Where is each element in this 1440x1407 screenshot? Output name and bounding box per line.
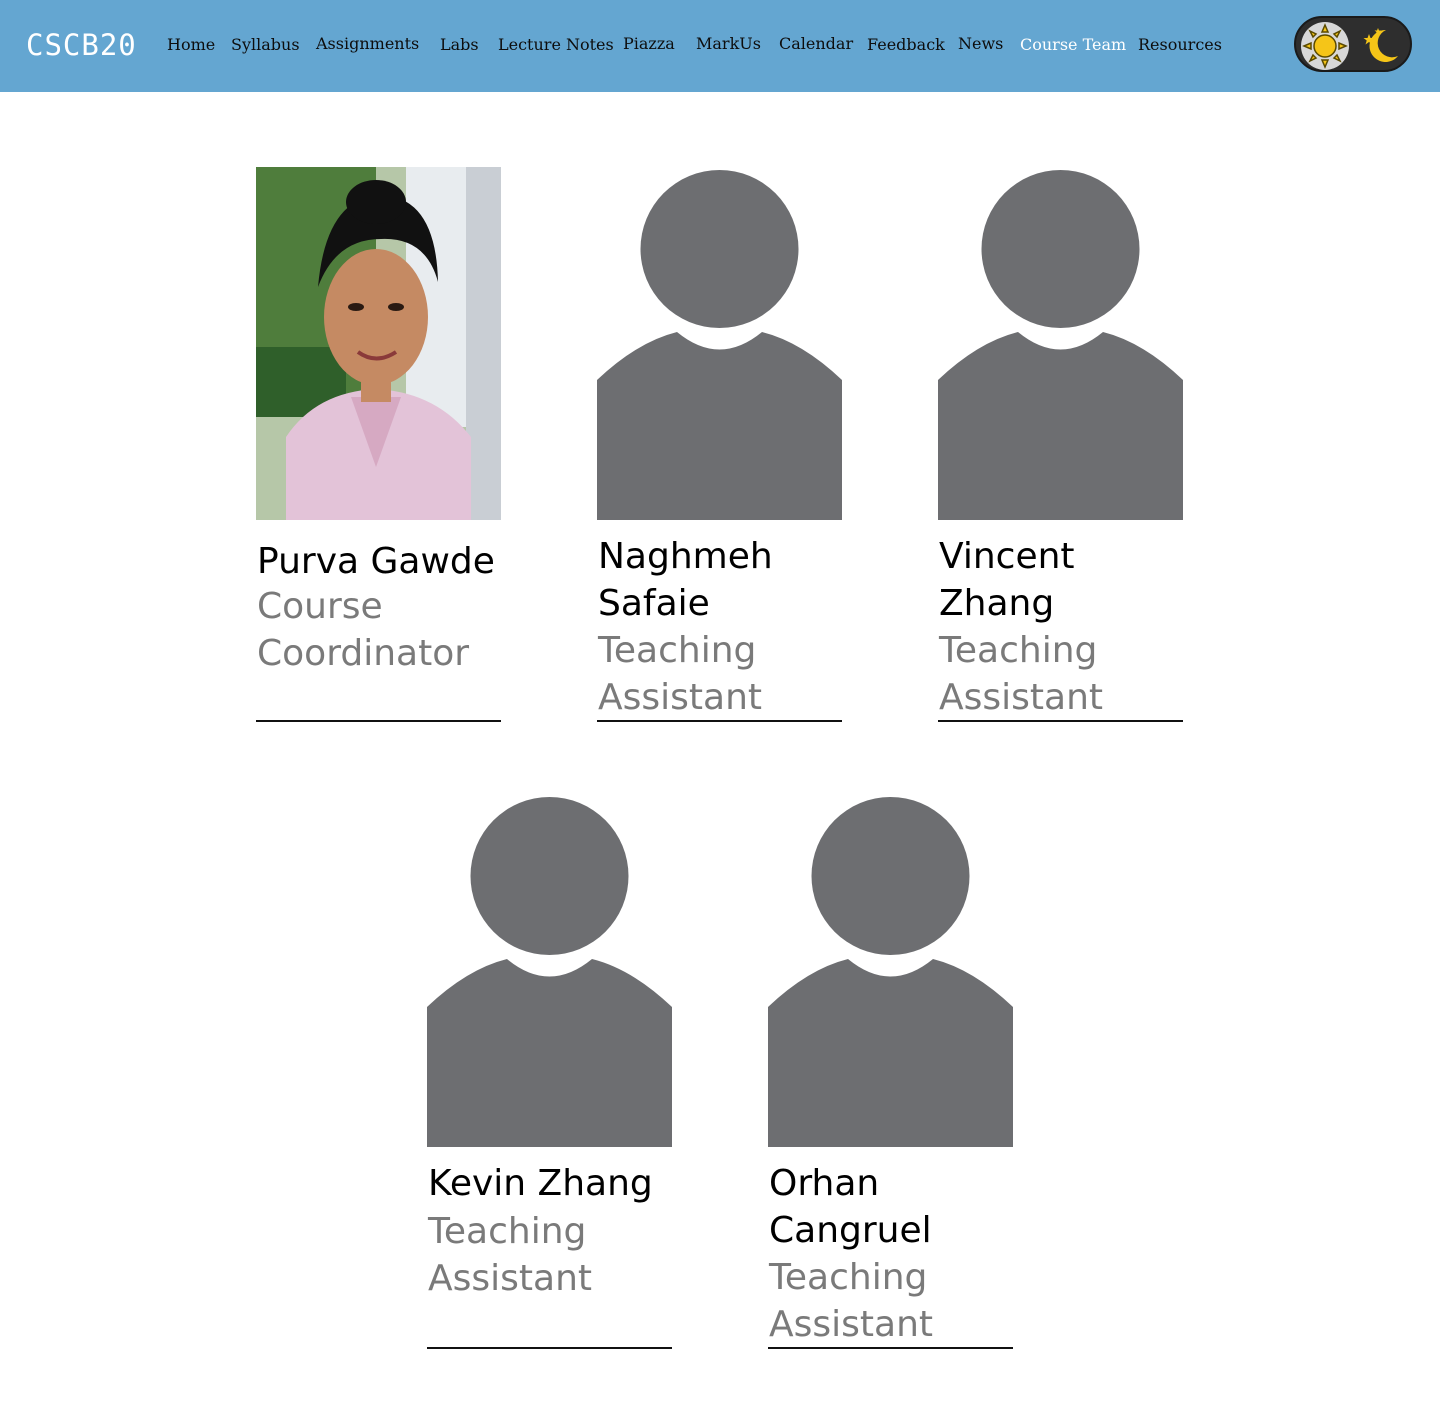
member-role: Teaching Assistant [769,1257,934,1345]
site-logo[interactable]: CSCB20 [26,27,137,63]
default-avatar-icon [768,794,1013,1147]
nav-lecture-notes[interactable]: Lecture Notes [498,34,614,56]
nav-calendar[interactable]: Calendar [779,33,853,55]
nav-home[interactable]: Home [167,34,215,56]
default-avatar-icon [427,794,672,1147]
nav-resources[interactable]: Resources [1138,34,1222,56]
nav-news[interactable]: News [958,33,1003,55]
nav-course-team[interactable]: Course Team [1020,34,1126,56]
sun-icon [1302,23,1348,69]
nav-markus[interactable]: MarkUs [696,33,761,55]
card-divider [427,1347,672,1349]
nav-syllabus[interactable]: Syllabus [231,34,300,56]
nav-piazza[interactable]: Piazza [623,33,675,55]
theme-toggle[interactable] [1294,16,1412,72]
nav-feedback[interactable]: Feedback [867,34,945,56]
member-name: Orhan Cangruel [769,1163,932,1251]
card-divider [597,720,842,722]
member-name: Purva Gawde [257,541,495,582]
default-avatar-icon [938,167,1183,520]
default-avatar-icon [597,167,842,520]
sun-knob [1301,22,1349,70]
nav-assignments[interactable]: Assignments [316,33,419,55]
card-divider [938,720,1183,722]
moon-stars-icon [1356,22,1404,70]
member-name: Vincent Zhang [939,536,1075,624]
member-role: Course Coordinator [257,586,470,674]
nav-labs[interactable]: Labs [440,34,479,56]
member-role: Teaching Assistant [598,630,763,718]
card-divider [256,720,501,722]
member-role: Teaching Assistant [428,1211,593,1299]
top-navigation-bar: CSCB20 Home Syllabus Assignments Labs Le… [0,0,1440,92]
member-role: Teaching Assistant [939,630,1104,718]
portrait-photo [256,167,501,520]
member-name: Kevin Zhang [428,1163,653,1204]
member-name: Naghmeh Safaie [598,536,773,624]
card-divider [768,1347,1013,1349]
